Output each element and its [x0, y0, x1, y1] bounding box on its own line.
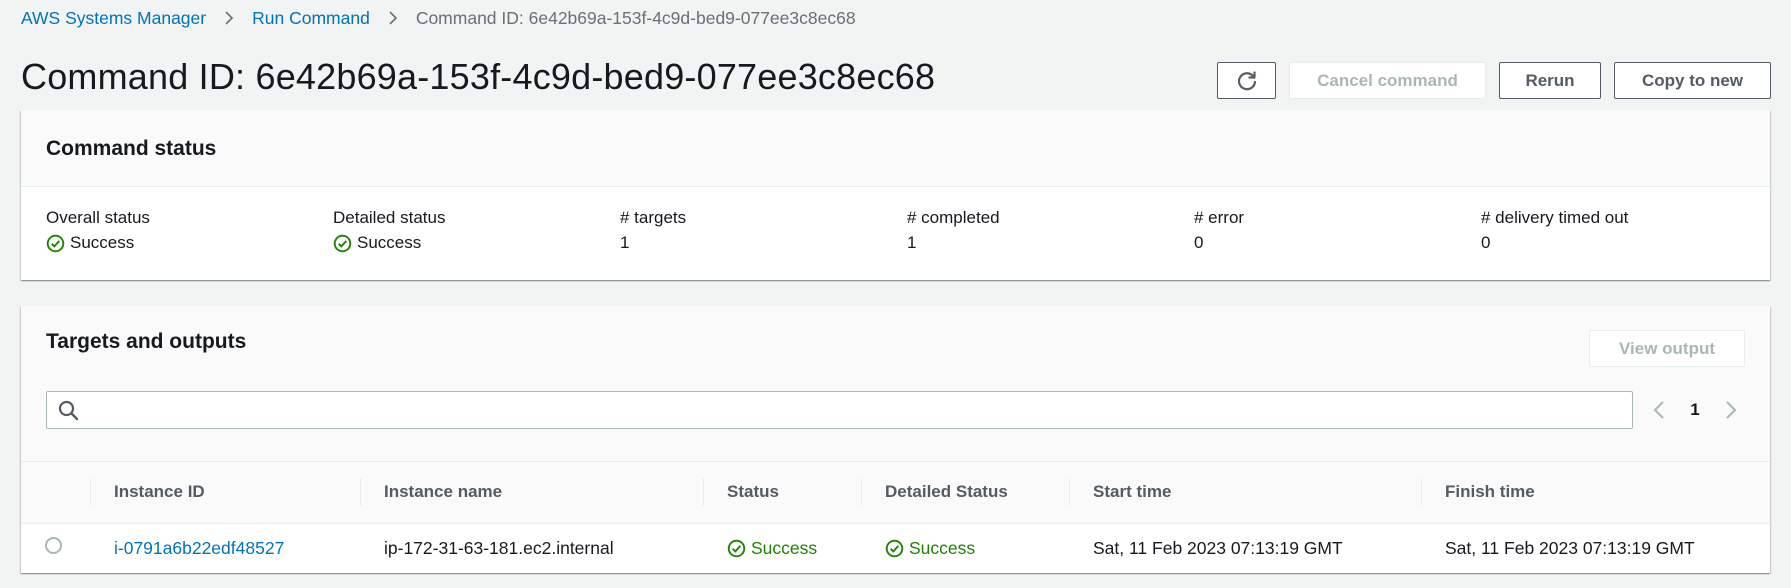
column-header-finish-time[interactable]: Finish time [1421, 462, 1770, 523]
search-input[interactable] [87, 393, 1632, 427]
search-icon [58, 400, 79, 420]
column-header-detailed-status[interactable]: Detailed Status [861, 462, 1069, 523]
breadcrumb-link-systems-manager[interactable]: AWS Systems Manager [21, 8, 206, 29]
success-check-icon [885, 539, 904, 557]
column-header-status[interactable]: Status [703, 462, 861, 523]
header-actions: Cancel command Rerun Copy to new [1217, 62, 1771, 99]
copy-to-new-button[interactable]: Copy to new [1614, 62, 1771, 99]
pagination: 1 [1642, 393, 1748, 427]
overall-status: Overall status Success [46, 206, 333, 255]
error-count-label: # error [1194, 208, 1245, 227]
detailed-status-text: Success [357, 233, 422, 252]
detailed-status: Detailed status Success [333, 206, 620, 255]
delivery-timed-out-count: # delivery timed out 0 [1481, 206, 1768, 255]
delivery-timed-out-label: # delivery timed out [1481, 208, 1629, 227]
targets-outputs-header: Targets and outputs View output 1 [21, 306, 1770, 462]
finish-time-cell: Sat, 11 Feb 2023 07:13:19 GMT [1445, 537, 1695, 558]
completed-count: # completed 1 [907, 206, 1194, 255]
previous-page-button[interactable] [1642, 393, 1676, 427]
command-status-grid: Overall status Success Detailed status S… [21, 187, 1770, 255]
breadcrumb: AWS Systems Manager Run Command Command … [21, 6, 856, 30]
detailed-status-value: Success [333, 231, 620, 255]
view-output-button[interactable]: View output [1589, 330, 1745, 367]
cancel-command-button[interactable]: Cancel command [1289, 62, 1486, 99]
select-column-header [21, 462, 90, 523]
completed-count-value: 1 [907, 233, 917, 252]
targets-table: Instance ID Instance name Status Detaile… [21, 462, 1770, 573]
instance-id-link[interactable]: i-0791a6b22edf48527 [114, 538, 284, 558]
chevron-right-icon [386, 11, 400, 25]
table-header-row: Instance ID Instance name Status Detaile… [21, 462, 1770, 523]
success-check-icon [46, 234, 65, 252]
overall-status-text: Success [70, 233, 135, 252]
instance-name-cell: ip-172-31-63-181.ec2.internal [384, 537, 614, 558]
search-field[interactable] [46, 391, 1633, 429]
command-status-title: Command status [46, 137, 217, 160]
detailed-status-text: Success [909, 537, 976, 558]
chevron-left-icon [1653, 401, 1664, 419]
rerun-button[interactable]: Rerun [1499, 62, 1601, 99]
breadcrumb-current: Command ID: 6e42b69a-153f-4c9d-bed9-077e… [415, 7, 856, 28]
column-header-start-time[interactable]: Start time [1069, 462, 1421, 523]
page-number[interactable]: 1 [1676, 400, 1714, 420]
targets-count-value: 1 [620, 233, 630, 252]
refresh-icon [1237, 70, 1256, 90]
table-row[interactable]: i-0791a6b22edf48527 ip-172-31-63-181.ec2… [21, 523, 1770, 573]
chevron-right-icon [222, 11, 236, 25]
column-header-instance-id[interactable]: Instance ID [90, 462, 360, 523]
status-cell: Success [703, 523, 861, 573]
column-header-instance-name[interactable]: Instance name [360, 462, 703, 523]
overall-status-value: Success [46, 231, 333, 255]
overall-status-label: Overall status [46, 208, 150, 227]
error-count: # error 0 [1194, 206, 1481, 255]
status-text: Success [751, 537, 818, 558]
instance-id-cell: i-0791a6b22edf48527 [90, 523, 360, 573]
next-page-button[interactable] [1714, 393, 1748, 427]
chevron-right-icon [1726, 401, 1737, 419]
breadcrumb-link-run-command[interactable]: Run Command [252, 8, 370, 29]
success-check-icon [333, 234, 352, 252]
success-check-icon [727, 539, 746, 557]
row-select-radio[interactable] [45, 537, 62, 555]
detailed-status-label: Detailed status [333, 208, 446, 227]
targets-outputs-title: Targets and outputs [46, 330, 247, 353]
detailed-status-cell: Success [861, 523, 1069, 573]
targets-outputs-panel: Targets and outputs View output 1 Instan… [21, 306, 1770, 573]
command-status-header: Command status [21, 110, 1770, 187]
targets-count-label: # targets [620, 208, 687, 227]
page-title: Command ID: 6e42b69a-153f-4c9d-bed9-077e… [21, 56, 936, 97]
targets-count: # targets 1 [620, 206, 907, 255]
error-count-value: 0 [1194, 233, 1204, 252]
delivery-timed-out-value: 0 [1481, 233, 1491, 252]
start-time-cell: Sat, 11 Feb 2023 07:13:19 GMT [1093, 537, 1343, 558]
command-status-panel: Command status Overall status Success De… [21, 110, 1770, 280]
refresh-button[interactable] [1217, 62, 1276, 99]
completed-count-label: # completed [907, 208, 1000, 227]
row-select-cell [21, 523, 90, 573]
